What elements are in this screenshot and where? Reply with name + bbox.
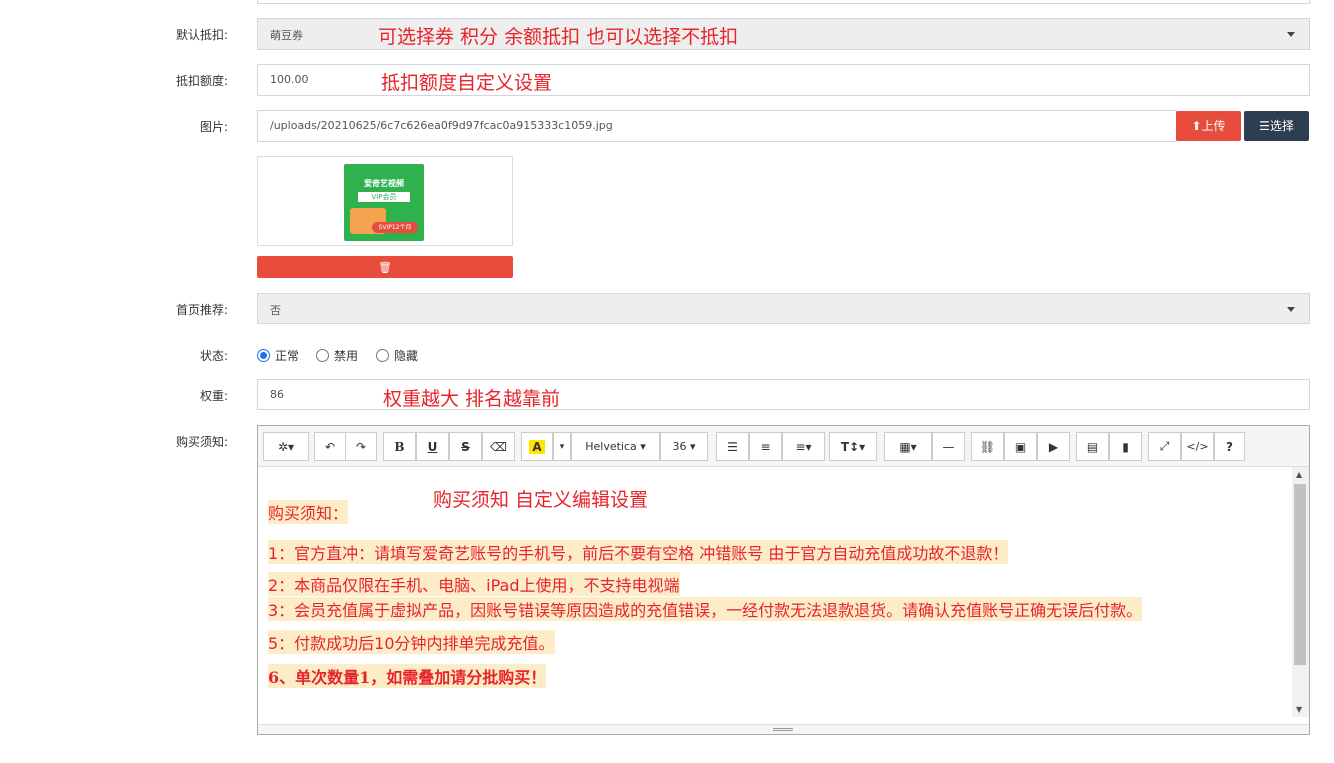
- notice-line: 6、单次数量1，如需叠加请分批购买！: [268, 664, 547, 688]
- preview-image: 爱奇艺视频 VIP会员 SVIP12个月: [344, 164, 424, 241]
- unordered-list-icon[interactable]: ☰: [716, 432, 749, 461]
- scroll-up-icon[interactable]: ▲: [1296, 470, 1302, 479]
- editor-toolbar: ✲▾ ↶ ↷ B U S ⌫ A ▾ Helvetica ▾ 36 ▾ ☰ ≡ …: [258, 426, 1309, 467]
- notice-line: 购买须知：: [268, 500, 349, 524]
- strikethrough-button[interactable]: S: [449, 432, 482, 461]
- highlight-button[interactable]: A: [521, 432, 553, 461]
- redo-icon[interactable]: ↷: [345, 432, 377, 461]
- notice-line: 3：会员充值属于虚拟产品，因账号错误等原因造成的充值错误，一经付款无法退款退货。…: [268, 597, 1143, 621]
- scrollbar-thumb[interactable]: [1294, 484, 1306, 665]
- ordered-list-icon[interactable]: ≡: [749, 432, 782, 461]
- rich-text-editor: ✲▾ ↶ ↷ B U S ⌫ A ▾ Helvetica ▾ 36 ▾ ☰ ≡ …: [257, 425, 1310, 735]
- highlight-dropdown[interactable]: ▾: [553, 432, 571, 461]
- video-icon[interactable]: ▶: [1037, 432, 1070, 461]
- status-radio-normal[interactable]: 正常: [257, 347, 299, 364]
- amount-annotation: 抵扣额度自定义设置: [381, 72, 553, 94]
- image-preview: 爱奇艺视频 VIP会员 SVIP12个月: [257, 156, 513, 246]
- choose-button[interactable]: ☰选择: [1244, 111, 1309, 141]
- notice-label: 购买须知:: [175, 435, 228, 449]
- weight-value: 86: [270, 388, 284, 401]
- code-view-icon[interactable]: </>: [1181, 432, 1214, 461]
- help-button[interactable]: ?: [1214, 432, 1245, 461]
- notice-line: 2：本商品仅限在手机、电脑、iPad上使用，不支持电视端: [268, 572, 680, 596]
- delete-image-button[interactable]: 🗑: [257, 256, 513, 278]
- font-size-dropdown[interactable]: 36 ▾: [660, 432, 708, 461]
- amount-label: 抵扣额度:: [175, 74, 228, 88]
- weight-annotation: 权重越大 排名越靠前: [383, 388, 561, 410]
- deduct-annotation: 可选择券 积分 余额抵扣 也可以选择不抵扣: [378, 26, 739, 48]
- list-icon: ☰: [1259, 119, 1270, 133]
- chevron-down-icon: [1287, 32, 1295, 37]
- amount-value: 100.00: [270, 73, 309, 86]
- recommend-value: 否: [270, 304, 281, 317]
- chevron-down-icon: [1287, 307, 1295, 312]
- magic-wand-icon[interactable]: ✲▾: [263, 432, 309, 461]
- recommend-select[interactable]: 否: [257, 293, 1310, 324]
- font-family-dropdown[interactable]: Helvetica ▾: [571, 432, 660, 461]
- scroll-down-icon[interactable]: ▼: [1296, 705, 1302, 714]
- bold-button[interactable]: B: [383, 432, 416, 461]
- trash-icon: 🗑: [378, 261, 392, 274]
- status-label: 状态:: [199, 349, 228, 363]
- editor-content[interactable]: 购买须知 自定义编辑设置 购买须知： 1：官方直冲：请填写爱奇艺账号的手机号，前…: [258, 467, 1293, 725]
- recommend-label: 首页推荐:: [175, 303, 228, 317]
- align-icon[interactable]: ≡▾: [782, 432, 825, 461]
- upload-icon: ⬆: [1191, 119, 1202, 133]
- eraser-icon[interactable]: ⌫: [482, 432, 515, 461]
- image-path-value: /uploads/20210625/6c7c626ea0f9d97fcac0a9…: [270, 119, 613, 132]
- status-radio-hidden[interactable]: 隐藏: [376, 347, 418, 364]
- line-height-icon[interactable]: T↕▾: [829, 432, 877, 461]
- image-label: 图片:: [199, 120, 228, 134]
- deduct-label: 默认抵扣:: [175, 28, 228, 42]
- file-icon[interactable]: ▮: [1109, 432, 1142, 461]
- notice-annotation: 购买须知 自定义编辑设置: [433, 489, 649, 511]
- underline-button[interactable]: U: [416, 432, 449, 461]
- link-icon[interactable]: ⛓: [971, 432, 1004, 461]
- picture-icon[interactable]: ▣: [1004, 432, 1037, 461]
- editor-resize-handle[interactable]: [258, 724, 1309, 734]
- image-file-icon[interactable]: ▤: [1076, 432, 1109, 461]
- notice-line: 5：付款成功后10分钟内排单完成充值。: [268, 630, 555, 654]
- editor-scrollbar[interactable]: ▲ ▼: [1292, 467, 1309, 717]
- previous-field[interactable]: [257, 0, 1310, 4]
- status-radio-disabled[interactable]: 禁用: [316, 347, 358, 364]
- table-icon[interactable]: ▦▾: [884, 432, 932, 461]
- fullscreen-icon[interactable]: ⤢: [1148, 432, 1181, 461]
- notice-line: 1：官方直冲：请填写爱奇艺账号的手机号，前后不要有空格 冲错账号 由于官方自动充…: [268, 540, 1009, 564]
- horizontal-rule-icon[interactable]: —: [932, 432, 965, 461]
- image-path-input[interactable]: /uploads/20210625/6c7c626ea0f9d97fcac0a9…: [257, 110, 1177, 142]
- upload-button[interactable]: ⬆上传: [1176, 111, 1241, 141]
- undo-icon[interactable]: ↶: [314, 432, 346, 461]
- deduct-value: 萌豆券: [270, 29, 303, 42]
- weight-label: 权重:: [199, 389, 228, 403]
